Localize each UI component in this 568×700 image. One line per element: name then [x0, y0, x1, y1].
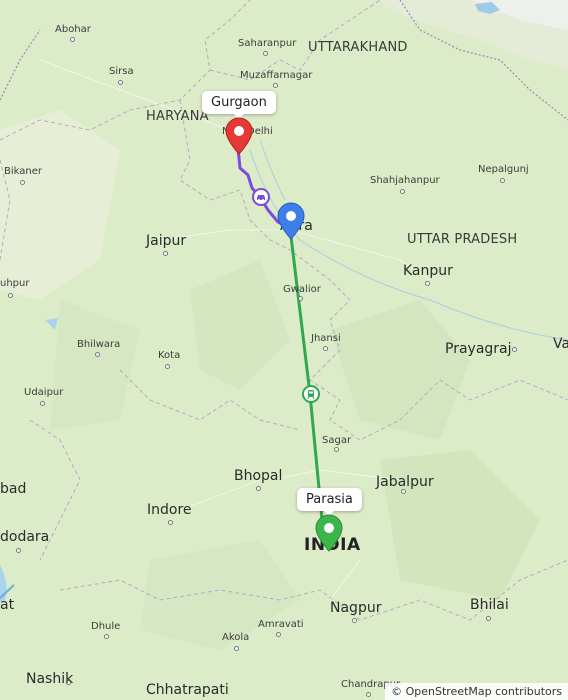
city-label-jabalpur[interactable]: Jabalpur [376, 474, 434, 490]
city-label-nashik[interactable]: Nashik [26, 671, 73, 687]
destination-callout-label: Parasia [306, 492, 353, 507]
train-icon[interactable] [302, 385, 320, 403]
city-dot [16, 548, 21, 553]
city-dot [500, 178, 505, 183]
city-dot [165, 364, 170, 369]
state-label-haryana: HARYANA [146, 109, 209, 124]
city-label-prayagraj[interactable]: Prayagraj [445, 341, 512, 357]
city-label-dhule[interactable]: Dhule [91, 621, 120, 632]
city-label-jhansi[interactable]: Jhansi [311, 333, 341, 344]
city-dot [234, 646, 239, 651]
city-label-bhopal[interactable]: Bhopal [234, 468, 282, 484]
state-label-uttarakhand: UTTARAKHAND [308, 40, 408, 55]
map-canvas[interactable]: Abohar Saharanpur UTTARAKHAND Sirsa Muza… [0, 0, 568, 700]
city-label-chhatrapati[interactable]: Chhatrapati [146, 682, 229, 698]
origin-marker-icon[interactable] [225, 117, 253, 155]
city-dot [512, 347, 517, 352]
city-dot [40, 401, 45, 406]
city-label-partial-west[interactable]: uhpur [0, 278, 29, 289]
city-label-bhilwara[interactable]: Bhilwara [77, 339, 120, 350]
city-label-indore[interactable]: Indore [147, 502, 192, 518]
city-dot [20, 180, 25, 185]
origin-callout[interactable]: Gurgaon [202, 91, 276, 119]
city-label-gwalior[interactable]: Gwalior [283, 284, 321, 295]
map-attribution[interactable]: © OpenStreetMap contributors [385, 683, 568, 700]
city-dot [334, 447, 339, 452]
city-label-amravati[interactable]: Amravati [258, 619, 304, 630]
city-dot [298, 296, 303, 301]
city-dot [352, 618, 357, 623]
city-label-shahjahanpur[interactable]: Shahjahanpur [370, 175, 440, 186]
city-dot [273, 83, 278, 88]
city-label-kanpur[interactable]: Kanpur [403, 263, 453, 279]
city-label-sagar[interactable]: Sagar [322, 435, 351, 446]
city-label-partial-surat[interactable]: at [0, 597, 14, 613]
city-label-partial-ahmedabad[interactable]: bad [0, 481, 26, 497]
city-label-nagpur[interactable]: Nagpur [330, 600, 381, 616]
city-label-bhilai[interactable]: Bhilai [470, 597, 509, 613]
destination-callout[interactable]: Parasia [297, 488, 362, 516]
city-dot [70, 37, 75, 42]
city-label-partial-vadodara[interactable]: dodara [0, 529, 49, 545]
city-label-jaipur[interactable]: Jaipur [146, 233, 186, 249]
city-label-muzaffarnagar[interactable]: Muzaffarnagar [240, 70, 312, 81]
city-label-bikaner[interactable]: Bikaner [4, 166, 42, 177]
city-label-partial-east[interactable]: Va [553, 336, 568, 352]
waypoint-marker-icon[interactable] [277, 202, 305, 240]
route-rail-segment [288, 226, 330, 534]
city-label-nepalgunj[interactable]: Nepalgunj [478, 164, 529, 175]
city-label-akola[interactable]: Akola [222, 632, 249, 643]
city-label-saharanpur[interactable]: Saharanpur [238, 38, 296, 49]
city-label-kota[interactable]: Kota [158, 350, 180, 361]
city-dot [263, 51, 268, 56]
origin-callout-label: Gurgaon [211, 95, 267, 110]
city-dot [8, 293, 13, 298]
city-dot [163, 251, 168, 256]
city-dot [276, 632, 281, 637]
city-label-udaipur[interactable]: Udaipur [24, 387, 63, 398]
city-dot [168, 520, 173, 525]
city-label-sirsa[interactable]: Sirsa [109, 66, 134, 77]
city-dot [366, 692, 371, 697]
city-dot [118, 80, 123, 85]
city-dot [256, 486, 261, 491]
city-dot [400, 189, 405, 194]
city-dot [486, 616, 491, 621]
destination-marker-icon[interactable] [315, 514, 343, 552]
state-label-uttar-pradesh: UTTAR PRADESH [407, 232, 518, 247]
city-dot [95, 352, 100, 357]
city-dot [425, 281, 430, 286]
city-dot [323, 346, 328, 351]
city-label-abohar[interactable]: Abohar [55, 24, 91, 35]
car-icon[interactable] [252, 188, 270, 206]
city-dot [104, 634, 109, 639]
